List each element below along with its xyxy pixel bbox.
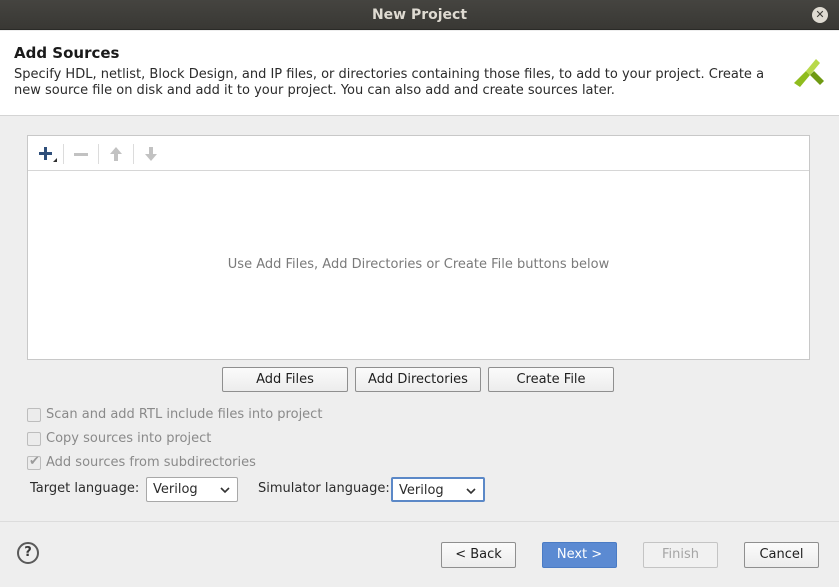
simulator-language-select[interactable]: Verilog xyxy=(391,477,485,502)
finish-button: Finish xyxy=(643,542,718,568)
back-button[interactable]: < Back xyxy=(441,542,516,568)
chevron-down-icon xyxy=(220,487,230,494)
footer-divider xyxy=(0,521,839,522)
page-description: Specify HDL, netlist, Block Design, and … xyxy=(14,67,765,98)
copy-sources-checkbox[interactable] xyxy=(27,432,41,446)
empty-list-message: Use Add Files, Add Directories or Create… xyxy=(227,257,610,272)
help-icon[interactable]: ? xyxy=(17,542,39,564)
toolbar-divider xyxy=(133,144,134,164)
sources-list-panel: Use Add Files, Add Directories or Create… xyxy=(27,135,810,360)
checkmark-icon: ✔ xyxy=(29,454,40,469)
copy-sources-label: Copy sources into project xyxy=(46,431,212,446)
copy-sources-option[interactable]: Copy sources into project xyxy=(27,431,327,449)
scan-rtl-label: Scan and add RTL include files into proj… xyxy=(46,407,323,422)
arrow-down-icon[interactable] xyxy=(140,143,162,165)
scan-rtl-option[interactable]: Scan and add RTL include files into proj… xyxy=(27,407,327,425)
cancel-button[interactable]: Cancel xyxy=(744,542,819,568)
target-language-value: Verilog xyxy=(153,482,198,497)
add-subdirs-option[interactable]: ✔ Add sources from subdirectories xyxy=(27,454,327,473)
add-directories-button[interactable]: Add Directories xyxy=(355,367,481,392)
simulator-language-label: Simulator language: xyxy=(258,481,390,496)
chevron-down-icon xyxy=(466,488,476,495)
window-title: New Project xyxy=(371,7,468,23)
simulator-language-value: Verilog xyxy=(399,483,444,498)
page-header: Add Sources Specify HDL, netlist, Block … xyxy=(0,31,839,116)
page-title: Add Sources xyxy=(14,44,120,62)
create-file-button[interactable]: Create File xyxy=(488,367,614,392)
scan-rtl-checkbox[interactable] xyxy=(27,408,41,422)
next-button[interactable]: Next > xyxy=(542,542,617,568)
minus-icon[interactable] xyxy=(70,143,92,165)
toolbar-divider xyxy=(98,144,99,164)
target-language-label: Target language: xyxy=(30,481,140,496)
add-subdirs-checkbox[interactable]: ✔ xyxy=(27,454,41,470)
arrow-up-icon[interactable] xyxy=(105,143,127,165)
plus-icon[interactable] xyxy=(36,143,58,165)
add-files-button[interactable]: Add Files xyxy=(222,367,348,392)
title-bar: New Project ✕ xyxy=(0,0,839,30)
toolbar-divider xyxy=(63,144,64,164)
sources-toolbar xyxy=(28,136,809,171)
target-language-select[interactable]: Verilog xyxy=(146,477,238,502)
xilinx-logo-icon xyxy=(794,59,824,87)
close-icon[interactable]: ✕ xyxy=(812,7,828,23)
add-subdirs-label: Add sources from subdirectories xyxy=(46,455,256,470)
